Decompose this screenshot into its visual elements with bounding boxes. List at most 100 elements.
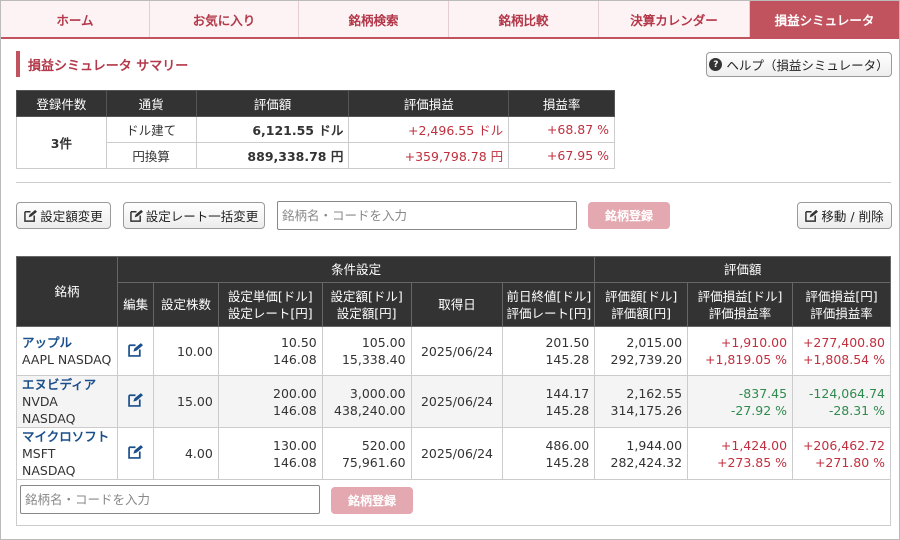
prev-close: 486.00 [545,437,590,453]
edit-cell [116,427,155,480]
header-stock: 銘柄 [16,256,118,327]
bottom-stock-search-input[interactable] [20,485,320,514]
edit-icon [24,209,38,222]
eval-usd: 2,162.55 [626,385,683,401]
pl-usd: -837.45 [738,385,788,401]
prev-close-cell: 486.00 145.28 [502,427,596,480]
summary-value: 6,121.55 ドル [195,116,350,143]
edit-icon [129,209,143,222]
edit-icon[interactable] [128,444,144,459]
header-line: 評価損益率 [708,305,772,321]
unit-price: 200.00 [273,385,317,401]
edit-rate-bulk-button[interactable]: 設定レート一括変更 [123,202,265,229]
pl-jpy-cell: -124,064.74 -28.31 % [792,375,891,428]
header-line: 設定額[円] [336,305,397,321]
summary-table: 登録件数 通貨 評価額 評価損益 損益率 3件 ドル建て 6,121.55 ドル… [16,90,615,169]
stock-search-input[interactable] [277,201,577,230]
header-line: 設定レート[円] [227,305,313,321]
header-line: 評価損益率 [810,305,873,321]
summary-header-rate: 損益率 [508,90,615,117]
summary-header-pl: 評価損益 [348,90,510,117]
edit-amount-button[interactable]: 設定額変更 [16,202,111,229]
prev-close: 201.50 [545,335,590,350]
pl-jpy: +206,462.72 [802,437,885,453]
unit-price: 130.00 [273,437,317,453]
stock-name-link[interactable]: エヌビディア [22,376,112,393]
summary-row-jpy: 円換算 889,338.78 円 +359,798.78 円 +67.95 % [17,142,615,169]
divider [16,182,891,183]
header-eval-value: 評価額[ドル] 評価額[円] [594,282,689,327]
eval-usd: 2,015.00 [626,335,683,350]
edit-cell [116,326,155,376]
pl-jpy-cell: +277,400.80 +1,808.54 % [792,326,891,376]
tab-pl-simulator[interactable]: 損益シミュレータ [750,1,899,37]
tab-favorites[interactable]: お気に入り [150,1,299,37]
main-tab-bar: ホーム お気に入り 銘柄検索 銘柄比較 決算カレンダー 損益シミュレータ [1,1,899,39]
eval-rate: 145.28 [545,352,590,367]
stock-name-link[interactable]: マイクロソフト [22,428,112,445]
edit-cell [116,375,155,428]
summary-value: 889,338.78 円 [195,142,350,169]
register-stock-button[interactable]: 銘柄登録 [588,202,670,229]
bottom-register-stock-button[interactable]: 銘柄登録 [331,487,413,514]
set-rate: 146.08 [273,352,317,367]
amount-cell: 3,000.00 438,240.00 [321,375,412,428]
pl-usd-cell: +1,910.00 +1,819.05 % [687,326,794,376]
tab-home[interactable]: ホーム [1,1,150,37]
app-frame: ホーム お気に入り 銘柄検索 銘柄比較 決算カレンダー 損益シミュレータ 損益シ… [0,0,900,540]
header-line: 評価額[円] [611,305,672,321]
header-eval-pl-jpy: 評価損益[円] 評価損益率 [792,282,891,327]
summary-currency: 円換算 [105,142,197,169]
header-line: 評価額[ドル] [605,288,678,304]
tab-stock-compare[interactable]: 銘柄比較 [449,1,599,37]
summary-row-usd: 3件 ドル建て 6,121.55 ドル +2,496.55 ドル +68.87 … [16,116,615,169]
unit-price: 10.50 [280,335,317,350]
tab-stock-search[interactable]: 銘柄検索 [299,1,449,37]
header-amount: 設定額[ドル] 設定額[円] [321,282,412,327]
help-button[interactable]: ? ヘルプ（損益シミュレータ） [706,52,892,77]
table-row: マイクロソフト MSFT NASDAQ 4.00 130.00 146.08 520… [16,427,891,480]
edit-rate-bulk-label: 設定レート一括変更 [145,209,259,224]
prev-close: 144.17 [545,385,590,401]
pl-jpy: +277,400.80 [802,335,885,350]
header-line: 評価損益[ドル] [697,288,783,304]
pl-usd-rate: +273.85 % [716,454,788,470]
stock-code: NVDA NASDAQ [22,394,76,426]
shares-cell: 10.00 [153,326,219,376]
header-prev-close: 前日終値[ドル] 評価レート[円] [502,282,596,327]
summary-rate: +68.87 % [508,116,615,143]
shares-cell: 15.00 [153,375,219,428]
help-button-label: ヘルプ（損益シミュレータ） [726,58,889,73]
table-row: エヌビディア NVDA NASDAQ 15.00 200.00 146.08 3,0… [16,375,891,428]
eval-jpy: 282,424.32 [610,454,683,470]
amount-jpy: 15,338.40 [341,352,406,367]
pl-jpy-rate: +1,808.54 % [803,352,885,367]
header-acquired: 取得日 [410,282,504,327]
unit-price-cell: 200.00 146.08 [217,375,323,428]
edit-icon[interactable] [128,342,144,357]
summary-currency: ドル建て [105,116,197,143]
eval-usd: 1,944.00 [626,437,683,453]
eval-value-cell: 1,944.00 282,424.32 [594,427,689,480]
stock-cell: アップル AAPL NASDAQ [16,326,118,376]
summary-pl: +359,798.78 円 [348,142,510,169]
header-line: 評価損益[円] [805,288,878,304]
pl-usd-cell: -837.45 -27.92 % [687,375,794,428]
stock-name-link[interactable]: アップル [22,334,112,351]
header-line: 評価レート[円] [506,305,592,321]
tab-earnings-calendar[interactable]: 決算カレンダー [599,1,750,37]
pl-usd-cell: +1,424.00 +273.85 % [687,427,794,480]
edit-icon[interactable] [128,392,144,407]
pl-jpy: -124,064.74 [808,385,885,401]
move-delete-button[interactable]: 移動 / 削除 [797,202,892,229]
summary-count: 3件 [16,116,107,169]
eval-rate: 145.28 [545,454,590,470]
eval-value-cell: 2,162.55 314,175.26 [594,375,689,428]
holdings-table: 銘柄 条件設定 評価額 編集 設定株数 設定単価[ドル] 設定レート[円] 設定額… [16,256,891,480]
acquired-date: 2025/06/24 [410,326,504,376]
table-row: アップル AAPL NASDAQ 10.00 10.50 146.08 105.00… [16,326,891,376]
edit-amount-label: 設定額変更 [40,209,103,224]
eval-value-cell: 2,015.00 292,739.20 [594,326,689,376]
header-edit: 編集 [116,282,155,327]
pl-jpy-cell: +206,462.72 +271.80 % [792,427,891,480]
